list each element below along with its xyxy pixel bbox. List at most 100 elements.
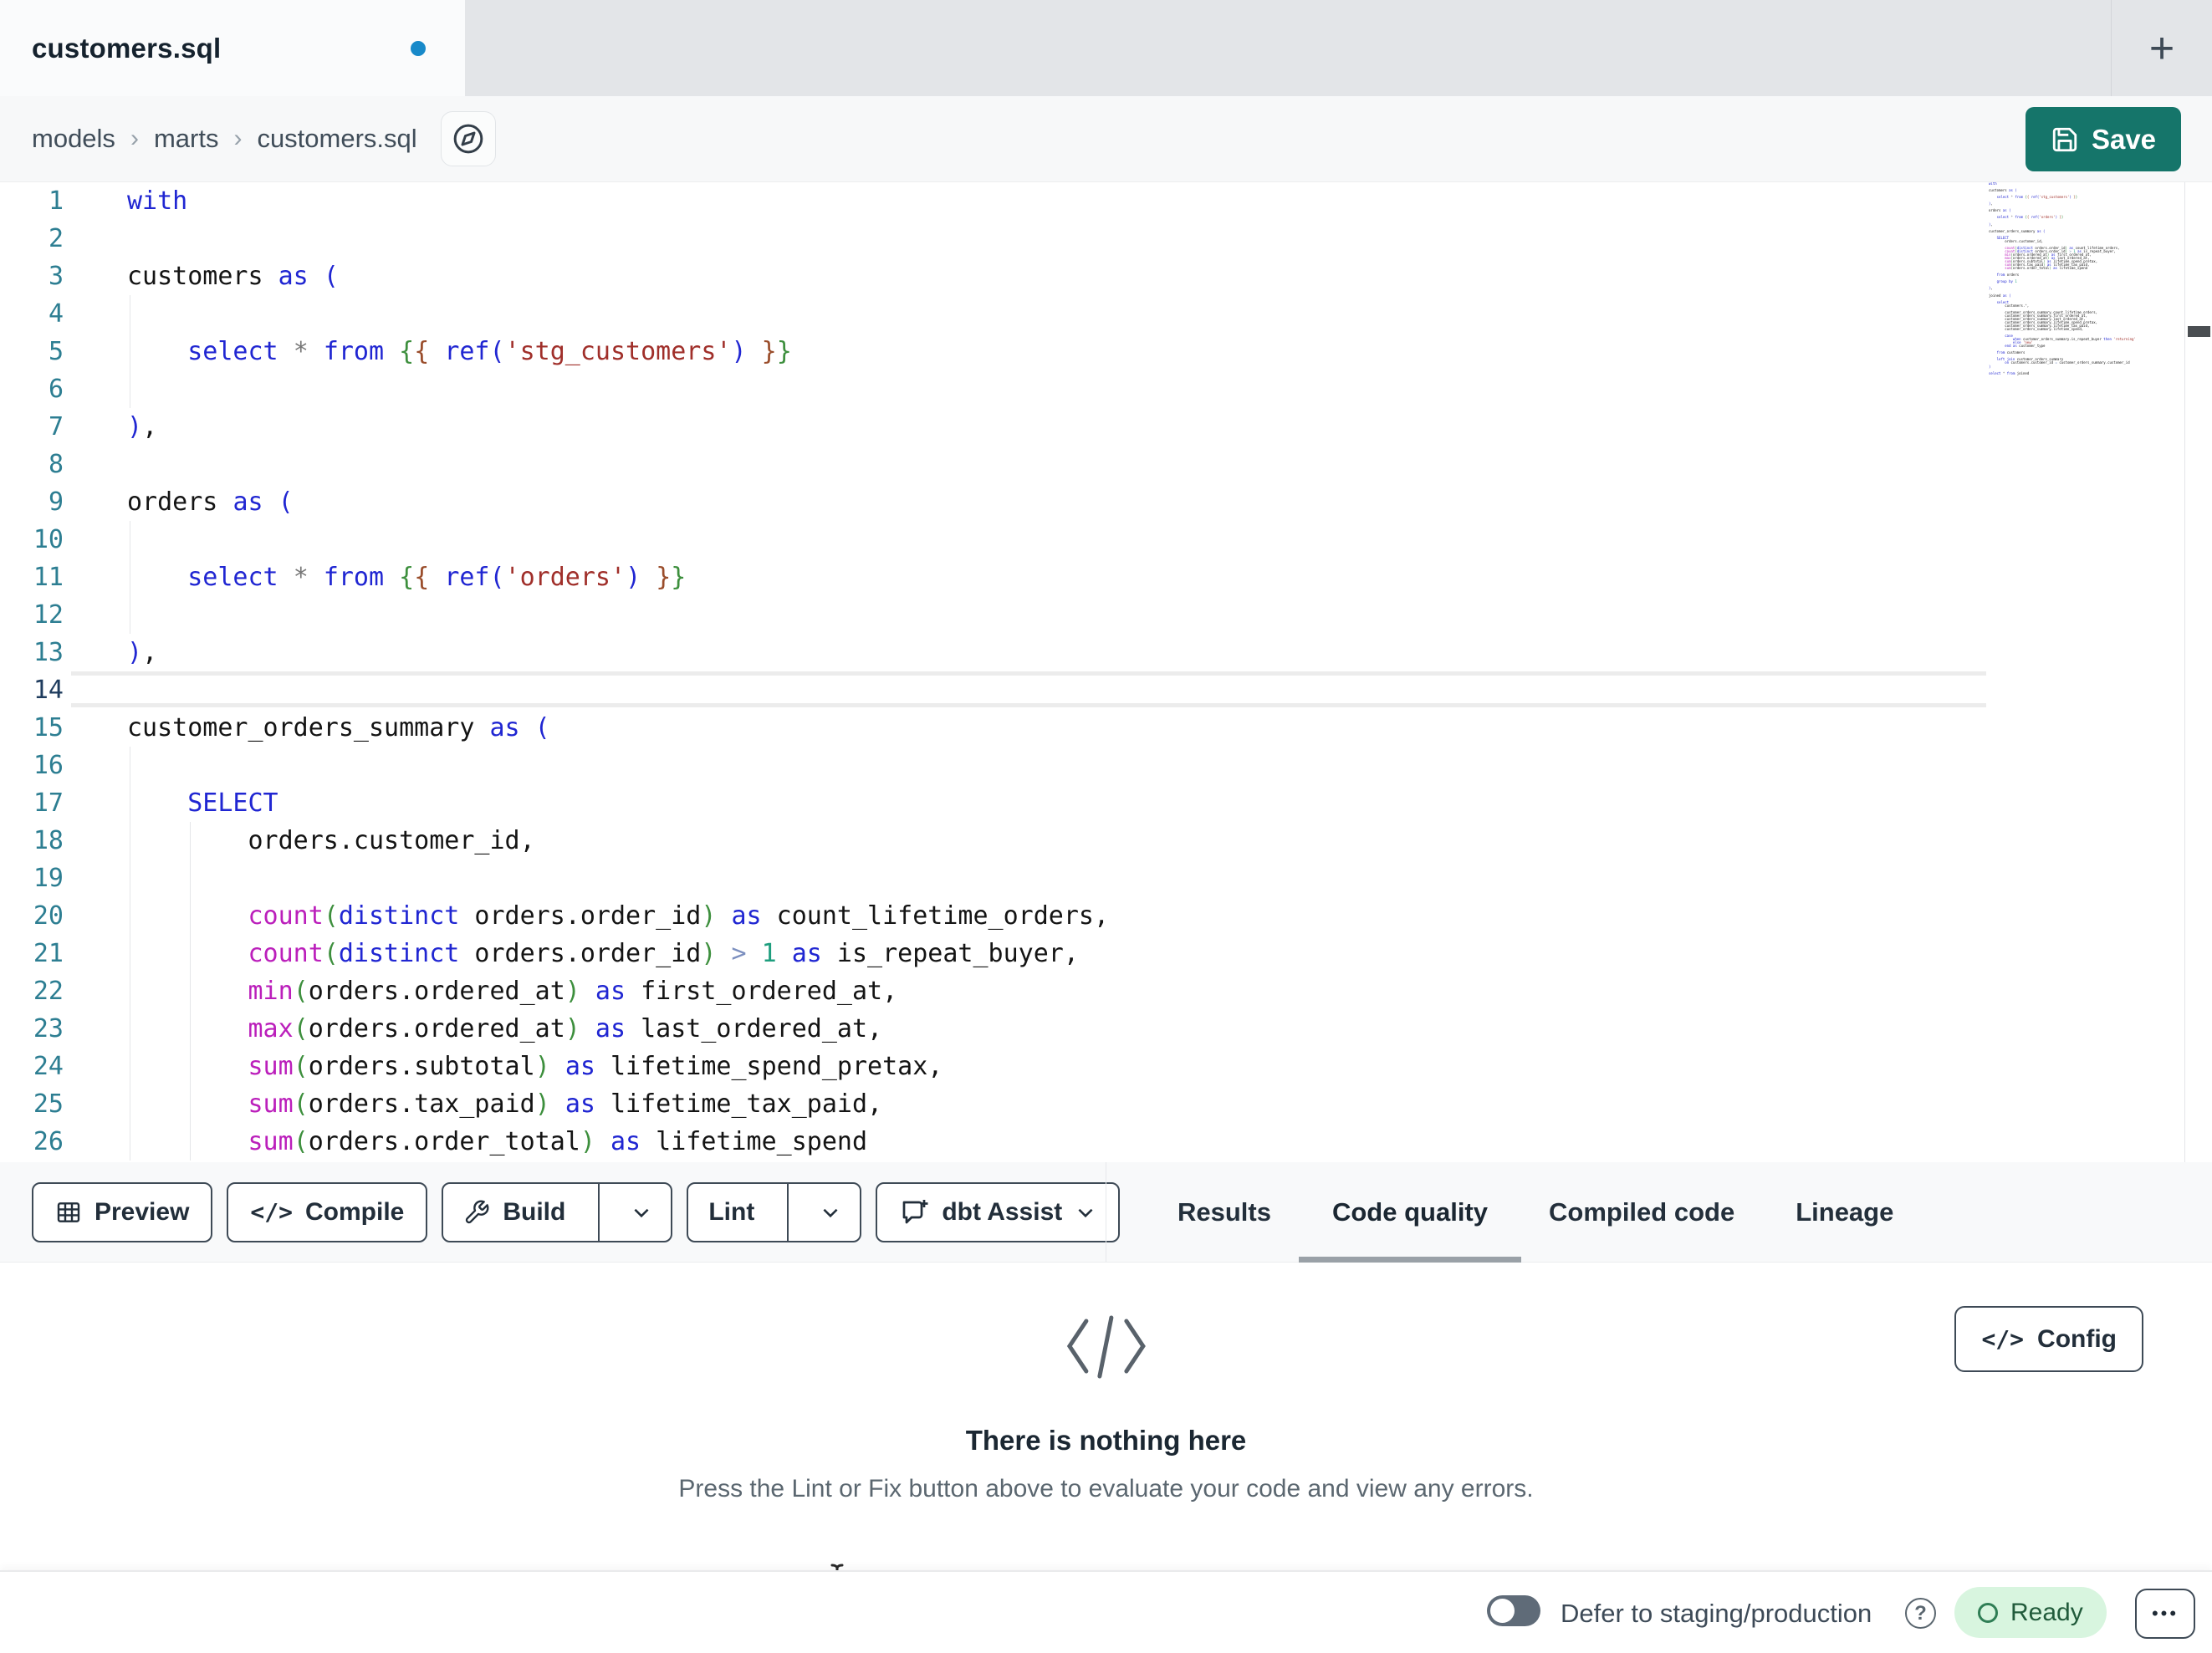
panel-tab-results[interactable]: Results [1178, 1162, 1271, 1263]
code-line-9[interactable]: 9 orders as ( [0, 483, 2212, 521]
line-number: 11 [33, 563, 64, 592]
config-button[interactable]: </> Config [1954, 1306, 2143, 1372]
code-line-20[interactable]: 20 count(distinct orders.order_id) as co… [0, 897, 2212, 935]
build-dropdown-button[interactable] [612, 1184, 671, 1241]
code-brackets-large-icon [1055, 1311, 1156, 1381]
lint-label: Lint [708, 1197, 755, 1226]
breadcrumb-marts[interactable]: marts [154, 124, 219, 154]
line-number: 23 [33, 1014, 64, 1043]
toggle-knob [1490, 1599, 1515, 1623]
lint-dropdown-button[interactable] [801, 1184, 860, 1241]
more-options-button[interactable]: ••• [2135, 1589, 2195, 1639]
line-number: 14 [33, 676, 64, 705]
panel-tab-code-quality[interactable]: Code quality [1298, 1162, 1522, 1263]
code-line-16[interactable]: 16 [0, 747, 2212, 784]
dbt-assist-button[interactable]: dbt Assist [876, 1181, 1121, 1242]
split-divider [598, 1183, 600, 1241]
line-number: 3 [48, 262, 64, 291]
chevron-down-icon [1075, 1201, 1096, 1223]
code-text: max(orders.ordered_at) as last_ordered_a… [248, 1014, 883, 1043]
line-number: 16 [33, 751, 64, 780]
code-line-17[interactable]: 17 SELECT [0, 784, 2212, 822]
code-line-11[interactable]: 11 select * from {{ ref('orders') }} [0, 559, 2212, 596]
code-line-2[interactable]: 2 [0, 220, 2212, 258]
code-line-4[interactable]: 4 [0, 295, 2212, 333]
line-number: 26 [33, 1127, 64, 1156]
code-line-23[interactable]: 23 max(orders.ordered_at) as last_ordere… [0, 1010, 2212, 1048]
code-text: min(orders.ordered_at) as first_ordered_… [248, 977, 898, 1006]
indent-guide [190, 1123, 191, 1161]
chevron-down-icon [631, 1201, 652, 1223]
indent-guide [190, 935, 191, 972]
dbt-ide-window: customers.sql + models › marts › custome… [0, 0, 2212, 1653]
code-line-25[interactable]: 25 sum(orders.tax_paid) as lifetime_tax_… [0, 1085, 2212, 1123]
editor-scrollbar-track[interactable] [2184, 182, 2212, 1162]
code-line-14[interactable]: 14 [0, 671, 2212, 709]
build-label: Build [503, 1197, 566, 1226]
line-number: 17 [33, 788, 64, 818]
code-text: count(distinct orders.order_id) as count… [248, 901, 1110, 931]
minimap-line: select * from joined [1989, 370, 2030, 375]
code-line-22[interactable]: 22 min(orders.ordered_at) as first_order… [0, 972, 2212, 1010]
copilot-button[interactable] [440, 111, 496, 166]
new-tab-button[interactable]: + [2149, 27, 2174, 70]
results-panel-tabs: Results Code quality Compiled code Lineage [1178, 1162, 1893, 1263]
code-line-13[interactable]: 13), [0, 634, 2212, 671]
code-line-7[interactable]: 7), [0, 408, 2212, 446]
build-button[interactable]: Build [443, 1184, 585, 1241]
code-line-8[interactable]: 8 [0, 446, 2212, 483]
table-icon [55, 1199, 82, 1226]
breadcrumb-customers-sql[interactable]: customers.sql [257, 124, 416, 154]
code-text: sum(orders.tax_paid) as lifetime_tax_pai… [248, 1089, 883, 1119]
tab-bar: customers.sql + [0, 0, 2212, 96]
panel-tab-lineage[interactable]: Lineage [1796, 1162, 1893, 1263]
compile-button[interactable]: </> Compile [227, 1181, 428, 1242]
ready-circle-icon [1978, 1602, 1998, 1623]
code-line-15[interactable]: 15 customer_orders_summary as ( [0, 709, 2212, 747]
line-number: 10 [33, 525, 64, 554]
code-line-12[interactable]: 12 [0, 596, 2212, 634]
code-text: sum(orders.subtotal) as lifetime_spend_p… [248, 1052, 943, 1081]
breadcrumb-models[interactable]: models [32, 124, 115, 154]
code-line-21[interactable]: 21 count(distinct orders.order_id) > 1 a… [0, 935, 2212, 972]
help-icon[interactable]: ? [1905, 1598, 1936, 1629]
build-split-button: Build [442, 1181, 673, 1242]
editor-scrollbar-thumb[interactable] [2188, 326, 2210, 337]
code-text: orders.customer_id, [127, 826, 535, 855]
code-line-26[interactable]: 26 sum(orders.order_total) as lifetime_s… [0, 1123, 2212, 1161]
panel-tab-compiled-code[interactable]: Compiled code [1549, 1162, 1734, 1263]
empty-state-subtitle: Press the Lint or Fix button above to ev… [678, 1475, 1534, 1502]
new-tab-zone: + [2111, 0, 2212, 96]
code-line-1[interactable]: 1 with [0, 182, 2212, 220]
code-line-19[interactable]: 19 [0, 860, 2212, 897]
lint-button[interactable]: Lint [688, 1184, 774, 1241]
defer-toggle[interactable] [1487, 1595, 1540, 1626]
save-label: Save [2091, 123, 2157, 155]
save-button[interactable]: Save [2026, 107, 2181, 171]
indent-guide [190, 972, 191, 1010]
line-number: 7 [48, 412, 64, 441]
code-brackets-icon: </> [1981, 1325, 2025, 1353]
status-badge: Ready [1954, 1587, 2107, 1638]
code-text: with [127, 186, 188, 216]
save-icon [2051, 125, 2079, 154]
preview-button[interactable]: Preview [32, 1181, 213, 1242]
code-line-18[interactable]: 18 orders.customer_id, [0, 822, 2212, 860]
code-line-24[interactable]: 24 sum(orders.subtotal) as lifetime_spen… [0, 1048, 2212, 1085]
line-number: 18 [33, 826, 64, 855]
code-line-5[interactable]: 5 select * from {{ ref('stg_customers') … [0, 333, 2212, 370]
empty-state: There is nothing here Press the Lint or … [678, 1311, 1534, 1503]
file-tab-customers-sql[interactable]: customers.sql [0, 0, 465, 96]
code-text: count(distinct orders.order_id) > 1 as i… [248, 939, 1079, 968]
code-line-6[interactable]: 6 [0, 370, 2212, 408]
compass-icon [452, 122, 485, 156]
minimap[interactable]: with customers as ( select * from {{ ref… [1989, 182, 2183, 375]
code-text: ), [127, 638, 158, 667]
code-editor[interactable]: 1 with 2 3 customers as (4 5 select * from … [0, 182, 2212, 1162]
dbt-assist-label: dbt Assist [942, 1197, 1063, 1226]
code-text: customer_orders_summary as ( [127, 713, 550, 742]
code-line-10[interactable]: 10 [0, 521, 2212, 559]
code-line-3[interactable]: 3 customers as ( [0, 258, 2212, 295]
